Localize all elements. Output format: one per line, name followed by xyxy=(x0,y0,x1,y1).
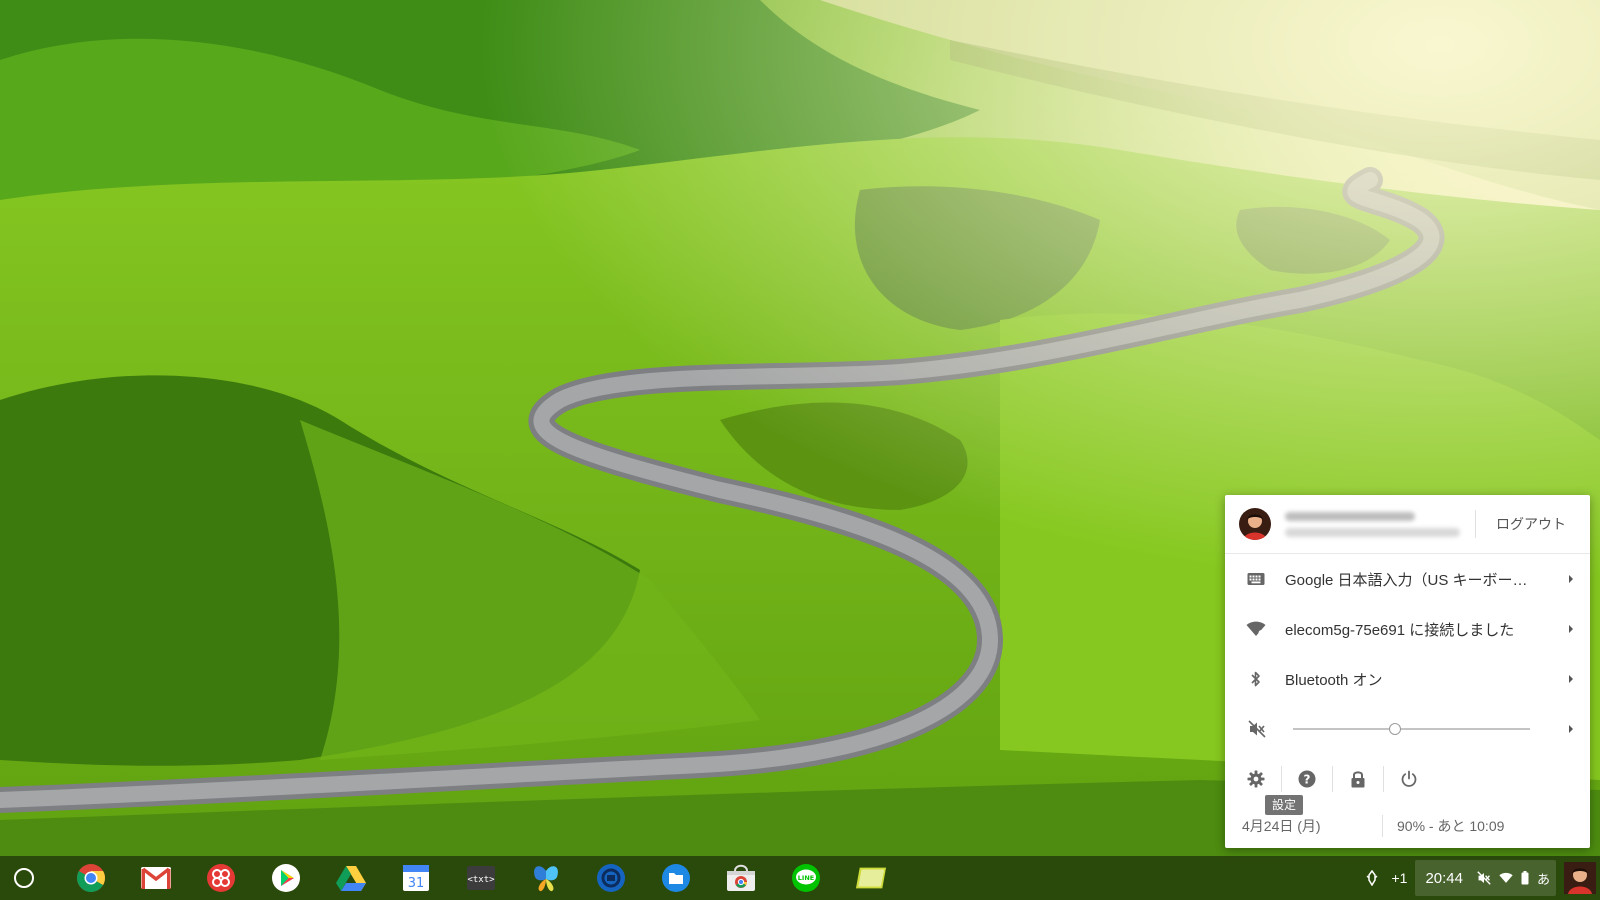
ime-row[interactable]: Google 日本語入力（US キーボー… xyxy=(1225,554,1590,604)
blue-circle-app-icon[interactable] xyxy=(595,862,627,894)
svg-text:?: ? xyxy=(1304,772,1311,786)
chevron-right-icon xyxy=(1566,623,1576,635)
battery-status[interactable]: 90% - あと 10:09 xyxy=(1397,816,1504,836)
divider xyxy=(1475,510,1476,538)
user-card: ログアウト xyxy=(1225,495,1590,554)
divider xyxy=(1332,766,1333,792)
bluetooth-label: Bluetooth オン xyxy=(1285,671,1383,689)
stylus-icon xyxy=(1365,870,1379,886)
svg-text:31: 31 xyxy=(408,876,425,891)
sticky-notes-icon[interactable] xyxy=(855,862,887,894)
gear-icon xyxy=(1247,770,1265,788)
volume-slider[interactable] xyxy=(1293,722,1530,736)
user-info-blurred xyxy=(1285,511,1475,537)
network-label: elecom5g-75e691 に接続しました xyxy=(1285,621,1515,639)
volume-slider-knob[interactable] xyxy=(1388,723,1401,735)
app-launcher-button[interactable] xyxy=(14,868,34,888)
chrome-web-store-icon[interactable] xyxy=(725,862,757,894)
play-store-icon[interactable] xyxy=(270,862,302,894)
butterfly-app-icon[interactable] xyxy=(530,862,562,894)
ime-indicator: あ xyxy=(1536,871,1550,887)
power-button[interactable] xyxy=(1397,767,1421,791)
drive-icon[interactable] xyxy=(335,862,367,894)
user-avatar[interactable] xyxy=(1564,862,1596,894)
ime-label: Google 日本語入力（US キーボー… xyxy=(1285,571,1528,589)
network-row[interactable]: elecom5g-75e691 に接続しました xyxy=(1225,604,1590,654)
status-area: +1 20:44 あ xyxy=(1353,856,1600,900)
gmail-icon[interactable] xyxy=(140,862,172,894)
pinwheel-app-icon[interactable] xyxy=(205,862,237,894)
chevron-right-icon xyxy=(1566,673,1576,685)
system-tray-bubble: ログアウト Google 日本語入力（US キーボー… elecom5g-75e… xyxy=(1225,495,1590,848)
lock-icon xyxy=(1351,771,1365,788)
clock: 20:44 xyxy=(1425,869,1463,887)
power-icon xyxy=(1401,770,1417,787)
notification-indicator[interactable]: +1 xyxy=(1353,856,1415,900)
help-button[interactable]: ? xyxy=(1295,767,1319,791)
wifi-icon xyxy=(1499,872,1513,884)
text-editor-icon[interactable]: <txt> xyxy=(465,862,497,894)
calendar-icon[interactable]: 31 xyxy=(400,862,432,894)
files-icon[interactable] xyxy=(660,862,692,894)
shelf: 31 <txt> LINE +1 20:44 あ xyxy=(0,856,1600,900)
line-icon[interactable]: LINE xyxy=(790,862,822,894)
notification-count: +1 xyxy=(1391,870,1408,886)
svg-text:<txt>: <txt> xyxy=(467,875,495,885)
divider xyxy=(1383,766,1384,792)
volume-mute-icon xyxy=(1477,871,1491,885)
chevron-right-icon xyxy=(1566,573,1576,585)
help-icon: ? xyxy=(1298,770,1316,788)
date-label[interactable]: 4月24日 (月) xyxy=(1242,816,1382,836)
user-name-redacted xyxy=(1285,511,1415,521)
divider xyxy=(1281,766,1282,792)
user-email-redacted xyxy=(1285,527,1460,537)
lock-button[interactable] xyxy=(1346,767,1370,791)
svg-text:LINE: LINE xyxy=(798,874,814,882)
user-avatar xyxy=(1239,508,1271,540)
bluetooth-icon xyxy=(1245,668,1267,690)
chrome-icon[interactable] xyxy=(75,862,107,894)
settings-button[interactable] xyxy=(1244,767,1268,791)
logout-button[interactable]: ログアウト xyxy=(1496,514,1566,534)
settings-tooltip: 設定 xyxy=(1265,795,1304,815)
divider xyxy=(1382,815,1383,837)
wifi-icon xyxy=(1245,618,1267,640)
battery-icon xyxy=(1521,871,1529,885)
bluetooth-row[interactable]: Bluetooth オン xyxy=(1225,654,1590,704)
volume-slider-track xyxy=(1293,728,1530,730)
chevron-right-icon[interactable] xyxy=(1566,723,1576,735)
volume-row xyxy=(1225,704,1590,754)
keyboard-icon xyxy=(1245,568,1267,590)
system-tray-button[interactable]: 20:44 あ xyxy=(1415,860,1556,896)
volume-mute-icon[interactable] xyxy=(1245,717,1269,741)
